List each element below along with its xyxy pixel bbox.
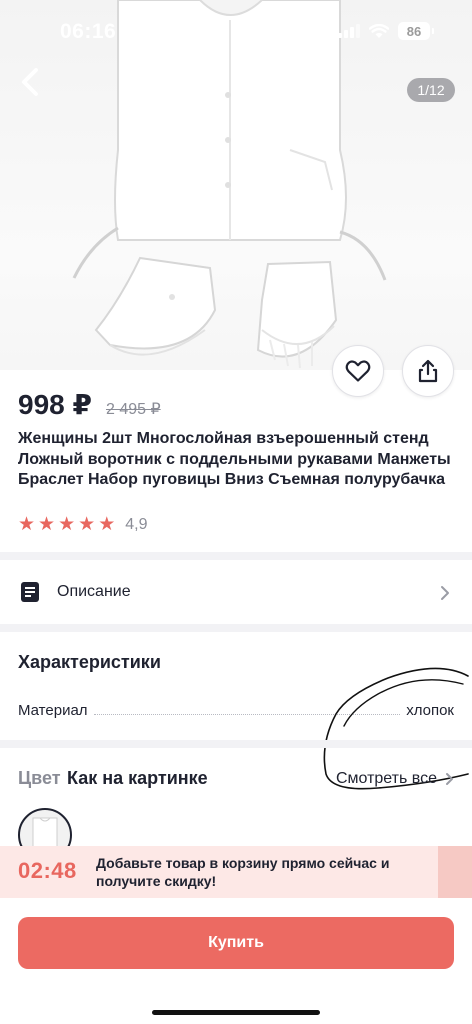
status-time: 06:16 (60, 20, 117, 43)
rating[interactable]: ★ ★ ★ ★ ★ 4,9 (18, 515, 147, 535)
description-row[interactable]: Описание (0, 562, 472, 624)
share-button[interactable] (402, 345, 454, 397)
buy-button[interactable]: Купить (18, 917, 454, 969)
signal-icon (338, 24, 360, 38)
characteristic-key: Материал (18, 702, 88, 719)
current-price: 998 ₽ (18, 389, 92, 420)
promo-banner[interactable]: 02:48 Добавьте товар в корзину прямо сей… (0, 846, 472, 898)
battery-icon: 86 (398, 22, 434, 40)
star-icon: ★ (58, 514, 76, 535)
color-value: Как на картинке (67, 768, 208, 788)
rating-value: 4,9 (125, 516, 148, 533)
star-icon: ★ (98, 514, 116, 535)
chevron-right-icon (446, 773, 453, 785)
see-all-label: Смотреть все (335, 770, 437, 787)
chevron-right-icon (441, 586, 449, 600)
image-counter: 1/12 (407, 78, 455, 102)
favorite-button[interactable] (332, 345, 384, 397)
promo-timer: 02:48 (18, 858, 77, 883)
star-icon: ★ (18, 514, 36, 535)
product-gallery[interactable]: 06:16 86 1/12 (0, 0, 472, 370)
characteristics-title: Характеристики (18, 652, 161, 672)
section-divider (0, 624, 472, 632)
heart-icon (345, 360, 371, 382)
color-row: Цвет Как на картинке Смотреть все (18, 768, 454, 789)
price-row: 998 ₽ 2 495 ₽ (18, 388, 161, 421)
document-icon (21, 582, 39, 602)
home-indicator (152, 1010, 320, 1015)
star-icon: ★ (38, 514, 56, 535)
promo-thumbnail (438, 846, 472, 898)
see-all-link[interactable]: Смотреть все (336, 770, 454, 788)
star-icon: ★ (78, 514, 96, 535)
status-bar: 06:16 86 (0, 0, 472, 62)
color-label: Цвет (18, 768, 61, 788)
old-price: 2 495 ₽ (105, 401, 161, 418)
section-divider (0, 740, 472, 748)
chevron-left-icon (22, 68, 38, 96)
status-icons: 86 (338, 22, 434, 40)
section-divider (0, 552, 472, 560)
share-icon (418, 359, 438, 383)
promo-text: Добавьте товар в корзину прямо сейчас и … (96, 855, 390, 889)
description-label: Описание (57, 583, 131, 600)
wifi-icon (369, 23, 389, 38)
back-button[interactable] (10, 62, 50, 102)
product-title: Женщины 2шт Многослойная взъерошенный ст… (18, 430, 451, 488)
